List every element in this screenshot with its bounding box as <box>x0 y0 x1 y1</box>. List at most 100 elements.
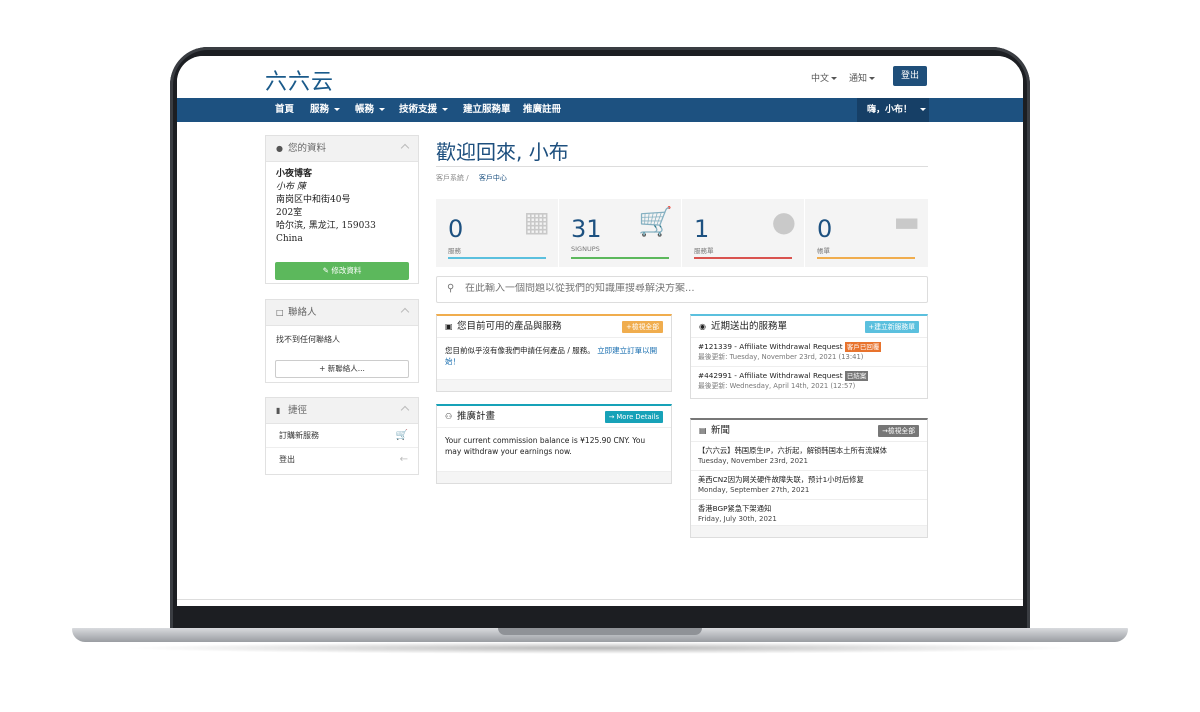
logout-button[interactable]: 登出 <box>893 66 927 86</box>
tickets-title: 近期送出的服務單 <box>711 321 788 332</box>
chevron-up-icon[interactable] <box>400 405 410 415</box>
nav-item-services[interactable]: 服務 <box>310 98 341 122</box>
shortcut-order-new[interactable]: 訂購新服務 🛒 <box>266 424 418 448</box>
stat-bar <box>817 257 915 259</box>
profile-country: China <box>276 234 303 244</box>
edit-profile-button[interactable]: ✎ 修改資料 <box>275 262 409 280</box>
stat-bar <box>694 257 792 259</box>
nav-item-support[interactable]: 技術支援 <box>399 98 449 122</box>
stat-invoices[interactable]: 0 帳單 ▬ <box>805 199 928 267</box>
news-headline: 【六六云】韩国原生IP，六折起，解锁韩国本土所有流媒体 <box>698 446 887 455</box>
profile-panel: ● 您的資料 小夜博客 小布 陳 南岗区中和街40号 202室 哈尔滨, 黑龙江,… <box>265 135 419 284</box>
profile-city: 哈尔滨, 黑龙江, 159033 <box>276 221 376 231</box>
site-logo[interactable]: 六六云 <box>265 64 334 96</box>
news-date: Monday, September 27th, 2021 <box>698 486 810 494</box>
ticket-status-badge: 已結案 <box>844 371 869 381</box>
stat-value: 0 <box>448 215 464 243</box>
chevron-up-icon[interactable] <box>400 143 410 153</box>
shortcut-logout[interactable]: 登出 ← <box>266 448 418 472</box>
nav-item-billing[interactable]: 帳務 <box>355 98 386 122</box>
profile-street: 南岗区中和街40号 <box>276 195 351 205</box>
chevron-down-icon <box>334 108 341 111</box>
stats-row: 0 服務 ▦ 31 SIGNUPS 🛒 1 服務單 ● 0 帳單 ▬ <box>436 199 928 267</box>
more-details-button[interactable]: → More Details <box>604 411 663 423</box>
breadcrumb-current: 客戶中心 <box>478 174 507 182</box>
profile-address: 小夜博客 小布 陳 南岗区中和街40号 202室 哈尔滨, 黑龙江, 15903… <box>266 162 418 252</box>
ticket-updated: 最後更新: Wednesday, April 14th, 2021 (12:57… <box>698 382 856 390</box>
add-contact-label: 新聯絡人... <box>327 364 365 373</box>
shortcuts-title: 捷徑 <box>288 405 308 416</box>
news-item[interactable]: 【六六云】韩国原生IP，六折起，解锁韩国本土所有流媒体 Tuesday, Nov… <box>691 442 927 471</box>
chevron-down-icon <box>442 108 449 111</box>
nav-label: 建立服務單 <box>463 104 511 115</box>
laptop-mockup: 六六云 中文 通知 登出 首頁 服務 帳務 技術支援 建立服務單 推廣註冊 嗨，… <box>0 0 1200 712</box>
breadcrumb-home[interactable]: 客戶系統 <box>436 174 464 182</box>
button-label: More Details <box>616 413 659 421</box>
notifications-menu[interactable]: 通知 <box>849 71 876 84</box>
shortcuts-panel: ▮ 捷徑 訂購新服務 🛒 登出 ← <box>265 397 419 475</box>
contacts-panel-header[interactable]: □ 聯絡人 <box>266 300 418 326</box>
news-date: Friday, July 30th, 2021 <box>698 515 777 523</box>
user-greeting: 嗨，小布！ <box>867 105 913 115</box>
add-contact-button[interactable]: + 新聯絡人... <box>275 360 409 378</box>
chevron-up-icon[interactable] <box>400 307 410 317</box>
nav-label: 技術支援 <box>399 104 438 115</box>
view-all-products-button[interactable]: +檢視全部 <box>622 321 663 333</box>
new-ticket-button[interactable]: +建立新服務單 <box>864 321 919 333</box>
ticket-item[interactable]: #442991 - Affiliate Withdrawal Request 已… <box>691 367 927 395</box>
profile-name: 小布 陳 <box>276 182 306 192</box>
ticket-item[interactable]: #121339 - Affiliate Withdrawal Request 客… <box>691 338 927 367</box>
laptop-notch <box>498 628 702 635</box>
page-title: 歡迎回來, 小布 <box>436 140 569 164</box>
stat-signups[interactable]: 31 SIGNUPS 🛒 <box>559 199 682 267</box>
stat-services[interactable]: 0 服務 ▦ <box>436 199 559 267</box>
affiliate-card: ⚇ 推廣計畫 → More Details Your current commis… <box>436 404 672 484</box>
stat-bar <box>448 257 546 259</box>
news-item[interactable]: 美西CN2因为网关硬件故障失联，预计1小时后修复 Monday, Septemb… <box>691 471 927 500</box>
news-date: Tuesday, November 23rd, 2021 <box>698 457 808 465</box>
products-empty-text: 您目前似乎沒有像我們申請任何產品 / 服務。 <box>445 346 595 355</box>
stat-value: 1 <box>694 215 710 243</box>
nav-item-open-ticket[interactable]: 建立服務單 <box>463 98 511 122</box>
card-footer <box>691 525 927 537</box>
news-card-header: ▤ 新聞 →檢視全部 <box>691 420 927 442</box>
language-label: 中文 <box>811 74 830 84</box>
credit-card-icon: ▬ <box>893 205 920 238</box>
folder-icon: □ <box>276 308 284 317</box>
nav-label: 推廣註冊 <box>523 104 562 115</box>
browser-screen: 六六云 中文 通知 登出 首頁 服務 帳務 技術支援 建立服務單 推廣註冊 嗨，… <box>177 56 1023 606</box>
cart-icon: 🛒 <box>638 205 673 238</box>
profile-company: 小夜博客 <box>276 169 313 179</box>
news-item[interactable]: 香港BGP紧急下架通知 Friday, July 30th, 2021 <box>691 500 927 528</box>
cart-icon: 🛒 <box>395 430 408 441</box>
kb-search: ⚲ <box>436 276 928 303</box>
chevron-down-icon <box>869 77 876 80</box>
user-menu[interactable]: 嗨，小布！ <box>857 98 929 122</box>
chevron-down-icon <box>920 108 927 111</box>
chevron-down-icon <box>831 77 838 80</box>
tickets-card: ◉ 近期送出的服務單 +建立新服務單 #121339 - Affiliate Wi… <box>690 314 928 399</box>
profile-unit: 202室 <box>276 208 303 218</box>
nav-item-affiliates[interactable]: 推廣註冊 <box>523 98 561 122</box>
shortcuts-panel-header[interactable]: ▮ 捷徑 <box>266 398 418 424</box>
nav-label: 帳務 <box>355 104 375 115</box>
profile-panel-header[interactable]: ● 您的資料 <box>266 136 418 162</box>
main-navbar: 首頁 服務 帳務 技術支援 建立服務單 推廣註冊 嗨，小布！ <box>177 98 1023 122</box>
stat-tickets[interactable]: 1 服務單 ● <box>682 199 805 267</box>
view-all-news-button[interactable]: →檢視全部 <box>878 425 919 437</box>
language-menu[interactable]: 中文 <box>811 71 838 84</box>
comments-icon: ◉ <box>699 322 706 331</box>
news-title: 新聞 <box>711 425 731 436</box>
tickets-card-header: ◉ 近期送出的服務單 +建立新服務單 <box>691 316 927 338</box>
stat-label: 服務 <box>448 247 461 255</box>
shortcut-label: 登出 <box>279 455 295 464</box>
news-card: ▤ 新聞 →檢視全部 【六六云】韩国原生IP，六折起，解锁韩国本土所有流媒体 Tu… <box>690 418 928 538</box>
news-headline: 香港BGP紧急下架通知 <box>698 504 772 513</box>
site-header: 六六云 中文 通知 登出 <box>177 56 1023 98</box>
nav-item-home[interactable]: 首頁 <box>275 98 294 122</box>
button-label: 檢視全部 <box>631 323 659 331</box>
bookmark-icon: ▮ <box>276 406 281 415</box>
newspaper-icon: ▤ <box>699 426 707 435</box>
edit-profile-label: 修改資料 <box>331 266 362 275</box>
kb-search-input[interactable] <box>465 283 905 294</box>
